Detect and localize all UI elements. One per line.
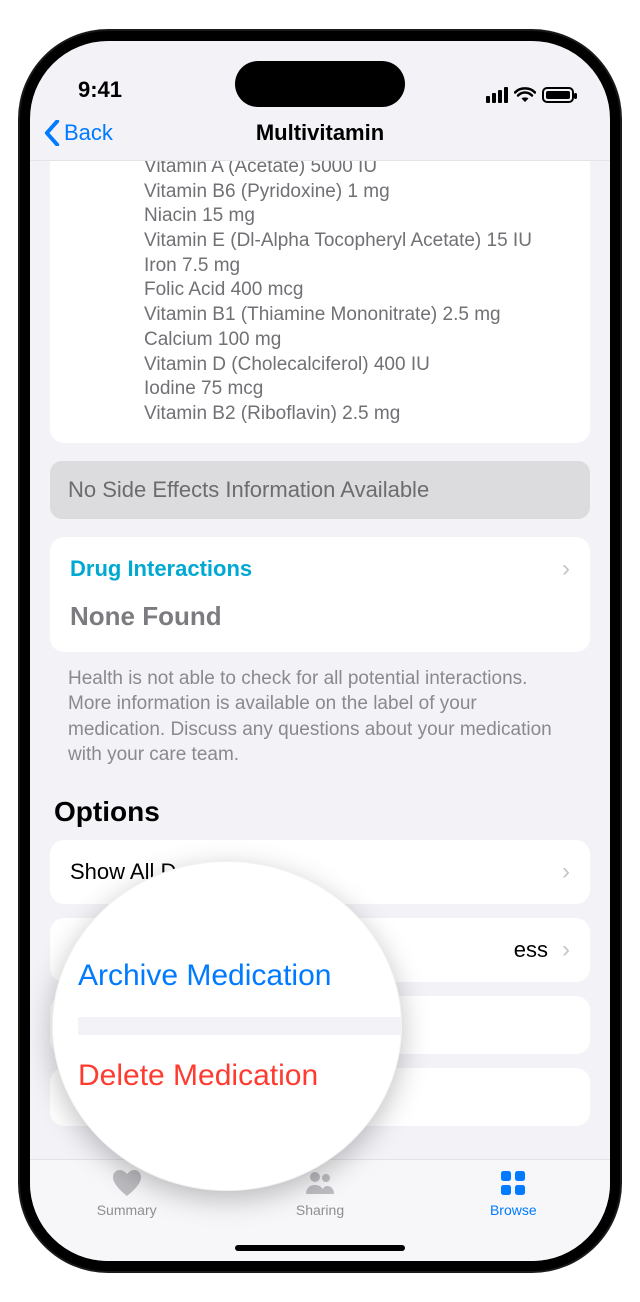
- ingredient-line: Vitamin E (Dl-Alpha Tocopheryl Acetate) …: [144, 229, 570, 254]
- heart-icon: [111, 1168, 143, 1198]
- side-effects-banner: No Side Effects Information Available: [50, 461, 590, 519]
- back-label: Back: [64, 120, 113, 146]
- back-button[interactable]: Back: [44, 120, 113, 146]
- tab-browse[interactable]: Browse: [417, 1168, 610, 1261]
- archive-medication-button[interactable]: Archive Medication: [78, 949, 402, 1007]
- people-icon: [304, 1168, 336, 1198]
- drug-interactions-card: Drug Interactions › None Found: [50, 537, 590, 652]
- ingredient-line: Iodine 75 mcg: [144, 377, 570, 402]
- tab-label: Summary: [97, 1202, 157, 1218]
- chevron-left-icon: [44, 120, 60, 146]
- ingredient-line: Vitamin B1 (Thiamine Mononitrate) 2.5 mg: [144, 303, 570, 328]
- cellular-icon: [486, 87, 508, 103]
- battery-icon: [542, 87, 574, 103]
- status-time: 9:41: [78, 77, 122, 103]
- options-header: Options: [50, 796, 590, 828]
- ingredient-line: Vitamin D (Cholecalciferol) 400 IU: [144, 353, 570, 378]
- tab-label: Browse: [490, 1202, 537, 1218]
- page-title: Multivitamin: [256, 120, 384, 146]
- magnifier-callout: Archive Medication Delete Medication: [52, 861, 402, 1191]
- chevron-right-icon: ›: [562, 936, 570, 964]
- drug-interactions-title: Drug Interactions: [70, 556, 252, 582]
- ingredient-line: Vitamin A (Acetate) 5000 IU: [144, 161, 570, 180]
- tab-label: Sharing: [296, 1202, 344, 1218]
- ingredient-line: Folic Acid 400 mcg: [144, 278, 570, 303]
- drug-interactions-caption: Health is not able to check for all pote…: [50, 666, 590, 769]
- option-partial-label: ess: [514, 937, 548, 963]
- iphone-frame: 9:41 Back Multivitamin Vitamin A (Acetat…: [20, 31, 620, 1271]
- ingredient-line: Niacin 15 mg: [144, 204, 570, 229]
- ingredients-card: Vitamin A (Acetate) 5000 IU Vitamin B6 (…: [50, 161, 590, 443]
- drug-interactions-row[interactable]: Drug Interactions ›: [70, 555, 570, 583]
- tab-bar: Summary Sharing Browse: [30, 1159, 610, 1261]
- grid-icon: [497, 1168, 529, 1198]
- chevron-right-icon: ›: [562, 858, 570, 886]
- ingredient-line: Calcium 100 mg: [144, 328, 570, 353]
- ingredient-line: Vitamin B2 (Riboflavin) 2.5 mg: [144, 402, 570, 427]
- wifi-icon: [514, 87, 536, 103]
- drug-interactions-result: None Found: [70, 601, 570, 632]
- nav-bar: Back Multivitamin: [30, 105, 610, 161]
- ingredient-line: Iron 7.5 mg: [144, 254, 570, 279]
- delete-medication-button[interactable]: Delete Medication: [78, 1045, 402, 1103]
- dynamic-island: [235, 61, 405, 107]
- ingredient-line: Vitamin B6 (Pyridoxine) 1 mg: [144, 180, 570, 205]
- home-indicator[interactable]: [235, 1245, 405, 1251]
- chevron-right-icon: ›: [562, 555, 570, 583]
